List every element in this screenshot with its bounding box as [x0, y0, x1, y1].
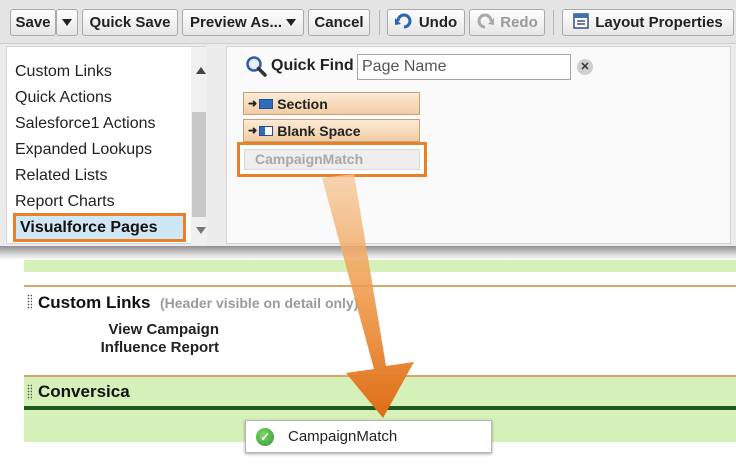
section-divider [24, 285, 736, 287]
palette-item-campaignmatch[interactable]: CampaignMatch [244, 149, 420, 170]
drag-handle-icon: ➜ [248, 98, 258, 110]
drag-handle-icon: ➜ [248, 125, 258, 137]
preview-as-button[interactable]: Preview As... [182, 9, 304, 36]
category-salesforce1-actions[interactable]: Salesforce1 Actions [15, 115, 156, 133]
palette-category-list: Custom Links Quick Actions Salesforce1 A… [6, 46, 207, 245]
category-visualforce-pages[interactable]: Visualforce Pages [13, 213, 186, 242]
layout-properties-icon [573, 12, 589, 33]
palette-elements-panel: Quick Find ✕ ➜ Section ➜ Blank Space Cam… [226, 46, 731, 244]
blank-space-icon [259, 125, 274, 136]
undo-icon [394, 13, 413, 33]
quick-save-label: Quick Save [89, 14, 171, 31]
palette-item-blank-space[interactable]: ➜ Blank Space [243, 119, 420, 142]
dragged-item-campaignmatch[interactable]: ✓ CampaignMatch [245, 420, 492, 453]
category-related-lists[interactable]: Related Lists [15, 167, 108, 185]
toolbar: Save Quick Save Preview As... Cancel Und… [0, 0, 736, 44]
section-header-conversica [24, 377, 736, 406]
field-view-campaign[interactable]: View Campaign [60, 321, 219, 338]
save-button[interactable]: Save [10, 9, 56, 36]
dropdown-caret-icon [286, 19, 296, 26]
save-dropdown-button[interactable] [56, 9, 78, 36]
cancel-button[interactable]: Cancel [308, 9, 370, 36]
clear-icon[interactable]: ✕ [577, 59, 593, 75]
palette-item-section[interactable]: ➜ Section [243, 92, 420, 115]
scroll-down-icon[interactable] [196, 227, 206, 234]
checkmark-icon: ✓ [256, 427, 274, 446]
cancel-label: Cancel [314, 14, 364, 31]
toolbar-divider [553, 10, 554, 35]
drag-grip-icon[interactable] [27, 294, 32, 310]
redo-icon [476, 13, 495, 33]
dropdown-caret-icon [62, 19, 72, 26]
layout-properties-label: Layout Properties [595, 14, 723, 31]
toolbar-divider [379, 10, 380, 35]
drag-grip-icon[interactable] [27, 384, 32, 400]
quick-save-button[interactable]: Quick Save [82, 9, 178, 36]
category-report-charts[interactable]: Report Charts [15, 193, 115, 211]
redo-label: Redo [500, 14, 538, 31]
redo-button[interactable]: Redo [469, 9, 545, 36]
blank-space-label: Blank Space [277, 122, 361, 139]
section-title-conversica: Conversica [38, 382, 130, 401]
palette-bottom-shadow [0, 246, 736, 260]
section-note: (Header visible on detail only) [160, 295, 359, 311]
section-label: Section [277, 95, 328, 112]
palette-item-campaignmatch-highlight: CampaignMatch [237, 142, 427, 177]
section-icon [259, 98, 274, 109]
save-label: Save [15, 14, 51, 31]
quick-find-input[interactable] [357, 54, 571, 80]
dragged-item-label: CampaignMatch [288, 428, 398, 445]
quick-find-label: Quick Find [271, 57, 354, 74]
undo-label: Undo [418, 14, 458, 31]
layout-properties-button[interactable]: Layout Properties [562, 9, 734, 36]
scroll-up-icon[interactable] [196, 67, 206, 74]
preview-as-label: Preview As... [190, 14, 282, 31]
undo-button[interactable]: Undo [387, 9, 465, 36]
category-expanded-lookups[interactable]: Expanded Lookups [15, 141, 152, 159]
magnifier-icon [245, 55, 267, 82]
palette: Custom Links Quick Actions Salesforce1 A… [0, 44, 736, 256]
section-title-custom-links: Custom Links [38, 293, 151, 312]
section-drop-strip [24, 260, 736, 272]
field-influence-report[interactable]: Influence Report [60, 339, 219, 356]
page-layout-editor: Save Quick Save Preview As... Cancel Und… [0, 0, 736, 473]
category-quick-actions[interactable]: Quick Actions [15, 89, 112, 107]
category-custom-links[interactable]: Custom Links [15, 63, 112, 81]
scrollbar-thumb[interactable] [192, 112, 206, 217]
